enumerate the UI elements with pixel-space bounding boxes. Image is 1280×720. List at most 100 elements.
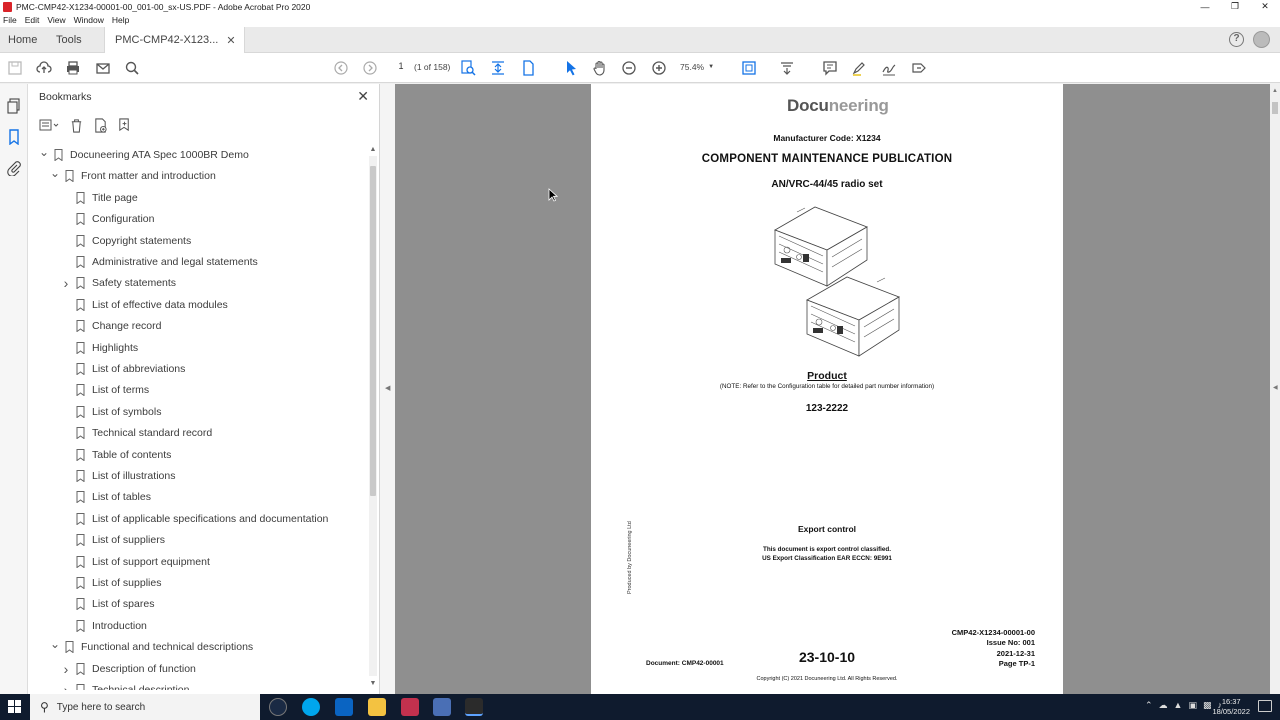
bookmark-item[interactable]: › Technical description: [60, 680, 189, 690]
bookmark-item[interactable]: List of applicable specifications and do…: [60, 509, 328, 529]
attachment-icon[interactable]: [6, 160, 22, 177]
zoom-dropdown[interactable]: 75.4% ▼: [680, 62, 720, 72]
scrolling-mode-icon[interactable]: [778, 59, 796, 77]
save-icon[interactable]: [6, 59, 24, 77]
acrobat-taskbar-icon[interactable]: [465, 698, 483, 716]
bookmark-item[interactable]: List of supplies: [60, 573, 161, 593]
find-text-icon[interactable]: [459, 59, 477, 77]
chevron-down-icon[interactable]: ⌄: [49, 166, 61, 180]
upload-cloud-icon[interactable]: [35, 59, 53, 77]
bookmark-item[interactable]: ⌄ Docuneering ATA Spec 1000BR Demo: [38, 145, 249, 165]
search-icon[interactable]: [123, 59, 141, 77]
bookmark-item[interactable]: List of illustrations: [60, 466, 175, 486]
bookmark-item[interactable]: › Safety statements: [60, 273, 176, 293]
bookmark-item[interactable]: List of symbols: [60, 402, 161, 422]
chevron-up-icon[interactable]: ⌃: [1145, 700, 1153, 711]
bookmark-item[interactable]: Copyright statements: [60, 231, 191, 251]
bookmarks-scrollbar[interactable]: [369, 156, 377, 676]
expand-bookmark-icon[interactable]: [116, 117, 132, 133]
close-panel-icon[interactable]: ✕: [357, 88, 369, 105]
bookmark-item[interactable]: › Description of function: [60, 659, 196, 679]
scroll-down-arrow[interactable]: ▼: [369, 680, 377, 687]
previous-page-icon[interactable]: [332, 59, 350, 77]
highlight-pen-icon[interactable]: [850, 59, 868, 77]
hand-tool-icon[interactable]: [591, 59, 609, 77]
chevron-right-icon[interactable]: ›: [60, 661, 72, 677]
scroll-up-arrow[interactable]: ▲: [369, 146, 377, 153]
sign-icon[interactable]: [880, 59, 898, 77]
cortana-icon[interactable]: [269, 698, 287, 716]
bookmark-item[interactable]: List of spares: [60, 594, 154, 614]
share-icon[interactable]: [910, 59, 928, 77]
page-display-icon[interactable]: [740, 59, 758, 77]
page-number-input[interactable]: 1: [392, 61, 410, 75]
chevron-right-icon[interactable]: ›: [60, 682, 72, 690]
bookmark-item[interactable]: Configuration: [60, 209, 154, 229]
minimize-icon[interactable]: —: [1190, 0, 1220, 13]
document-viewer[interactable]: Docuneering Manufacturer Code: X1234 COM…: [395, 84, 1270, 694]
bookmark-item[interactable]: Title page: [60, 188, 138, 208]
outlook-icon[interactable]: [335, 698, 353, 716]
tab-home[interactable]: Home: [8, 27, 37, 53]
menu-window[interactable]: Window: [71, 15, 109, 25]
bookmark-item[interactable]: Introduction: [60, 616, 147, 636]
print-icon[interactable]: [64, 59, 82, 77]
tab-tools[interactable]: Tools: [56, 27, 82, 53]
bookmark-item[interactable]: List of tables: [60, 487, 151, 507]
network-icon[interactable]: ▩: [1203, 700, 1212, 711]
zoom-out-icon[interactable]: [620, 59, 638, 77]
chevron-down-icon[interactable]: ⌄: [49, 637, 61, 651]
scrollbar-thumb[interactable]: [1272, 102, 1278, 114]
bookmark-item[interactable]: List of support equipment: [60, 552, 210, 572]
menu-help[interactable]: Help: [109, 15, 134, 25]
delete-bookmark-icon[interactable]: [68, 117, 84, 133]
page-thumbnails-icon[interactable]: [6, 98, 22, 114]
menu-file[interactable]: File: [0, 15, 22, 25]
expand-right-panel-icon[interactable]: ◀: [1273, 384, 1278, 391]
document-scrollbar[interactable]: ▲ ◀: [1270, 84, 1280, 694]
page-view-icon[interactable]: [519, 59, 537, 77]
profile-icon[interactable]: [1253, 31, 1270, 48]
bookmark-item[interactable]: List of effective data modules: [60, 295, 228, 315]
help-icon[interactable]: ?: [1229, 32, 1244, 47]
scrollbar-thumb[interactable]: [370, 166, 376, 496]
display-icon[interactable]: ▣: [1188, 700, 1197, 711]
bookmark-item[interactable]: ⌄ Functional and technical descriptions: [49, 637, 253, 657]
bookmark-item[interactable]: Technical standard record: [60, 423, 212, 443]
bookmark-item[interactable]: List of suppliers: [60, 530, 165, 550]
windows-start-icon[interactable]: [8, 700, 21, 713]
clock[interactable]: 16:37 18/05/2022: [1212, 697, 1250, 717]
bookmark-item[interactable]: List of terms: [60, 380, 149, 400]
comment-icon[interactable]: [821, 59, 839, 77]
tab-document[interactable]: PMC-CMP42-X123... ✕: [104, 27, 245, 53]
bookmark-item[interactable]: ⌄ Front matter and introduction: [49, 166, 216, 186]
restore-icon[interactable]: ❐: [1220, 0, 1250, 13]
app-icon[interactable]: [433, 698, 451, 716]
security-icon[interactable]: ▲: [1174, 700, 1183, 711]
email-icon[interactable]: [94, 59, 112, 77]
close-tab-icon[interactable]: ✕: [226, 34, 235, 47]
panel-splitter[interactable]: ◀: [380, 84, 395, 694]
xmind-icon[interactable]: [401, 698, 419, 716]
bookmark-item[interactable]: Table of contents: [60, 445, 171, 465]
new-bookmark-icon[interactable]: [92, 117, 108, 133]
taskbar-search[interactable]: ⚲ Type here to search: [30, 694, 260, 720]
notification-icon[interactable]: [1258, 700, 1272, 712]
bookmark-item[interactable]: List of abbreviations: [60, 359, 185, 379]
onedrive-icon[interactable]: ☁: [1159, 700, 1168, 711]
zoom-in-icon[interactable]: [650, 59, 668, 77]
bookmark-item[interactable]: Change record: [60, 316, 161, 336]
chevron-right-icon[interactable]: ›: [60, 275, 72, 291]
scroll-up-arrow[interactable]: ▲: [1272, 88, 1278, 94]
select-tool-icon[interactable]: [562, 59, 580, 77]
menu-edit[interactable]: Edit: [22, 15, 45, 25]
menu-view[interactable]: View: [44, 15, 70, 25]
close-window-icon[interactable]: ✕: [1250, 0, 1280, 13]
collapse-panel-icon[interactable]: ◀: [385, 384, 390, 392]
next-page-icon[interactable]: [361, 59, 379, 77]
bookmark-item[interactable]: Administrative and legal statements: [60, 252, 258, 272]
file-explorer-icon[interactable]: [368, 698, 386, 716]
bookmark-item[interactable]: Highlights: [60, 338, 138, 358]
chevron-down-icon[interactable]: ⌄: [38, 145, 50, 159]
skype-icon[interactable]: [302, 698, 320, 716]
